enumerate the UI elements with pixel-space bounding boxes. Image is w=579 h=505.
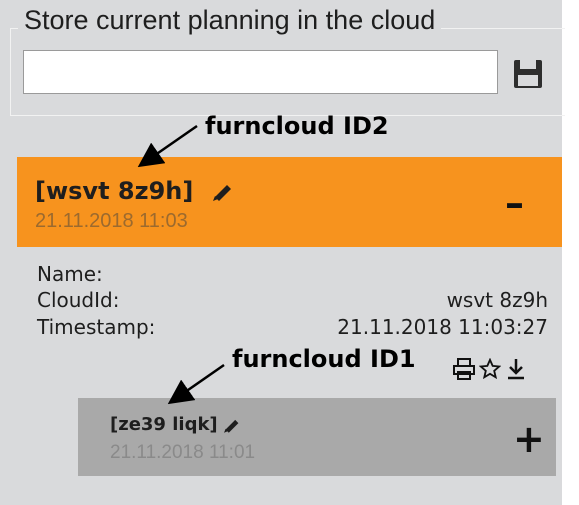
item-id-label: [wsvt 8z9h] — [35, 177, 194, 205]
detail-timestamp-value: 21.11.2018 11:03:27 — [337, 315, 548, 339]
cloud-item-active[interactable]: [wsvt 8z9h] 21.11.2018 11:03 – — [17, 157, 562, 247]
item-timestamp: 21.11.2018 11:01 — [110, 442, 256, 463]
detail-name-label: Name: — [37, 262, 103, 286]
annotation-id2: furncloud ID2 — [205, 112, 389, 140]
detail-timestamp-label: Timestamp: — [37, 315, 156, 339]
expand-toggle[interactable]: + — [513, 420, 545, 458]
store-legend: Store current planning in the cloud — [18, 0, 442, 40]
annotation-id1: furncloud ID1 — [232, 345, 416, 373]
collapse-toggle[interactable]: – — [505, 184, 524, 222]
print-button[interactable] — [452, 357, 476, 381]
cloud-item-collapsed[interactable]: [ze39 liqk] 21.11.2018 11:01 + — [78, 398, 556, 476]
detail-cloudid-label: CloudId: — [37, 288, 120, 312]
favorite-button[interactable] — [478, 357, 502, 381]
pencil-icon[interactable] — [224, 418, 240, 433]
cloud-panel: Store current planning in the cloud furn… — [0, 0, 565, 505]
star-icon — [479, 358, 501, 380]
pencil-icon[interactable] — [213, 183, 233, 201]
floppy-disk-icon — [514, 60, 542, 88]
print-icon — [453, 358, 475, 380]
download-icon — [508, 359, 524, 380]
planning-name-input[interactable] — [23, 50, 498, 94]
item-timestamp: 21.11.2018 11:03 — [35, 210, 188, 232]
item-id-label: [ze39 liqk] — [110, 414, 218, 435]
detail-cloudid-value: wsvt 8z9h — [446, 288, 548, 312]
save-button[interactable] — [508, 54, 548, 94]
download-button[interactable] — [504, 357, 528, 381]
